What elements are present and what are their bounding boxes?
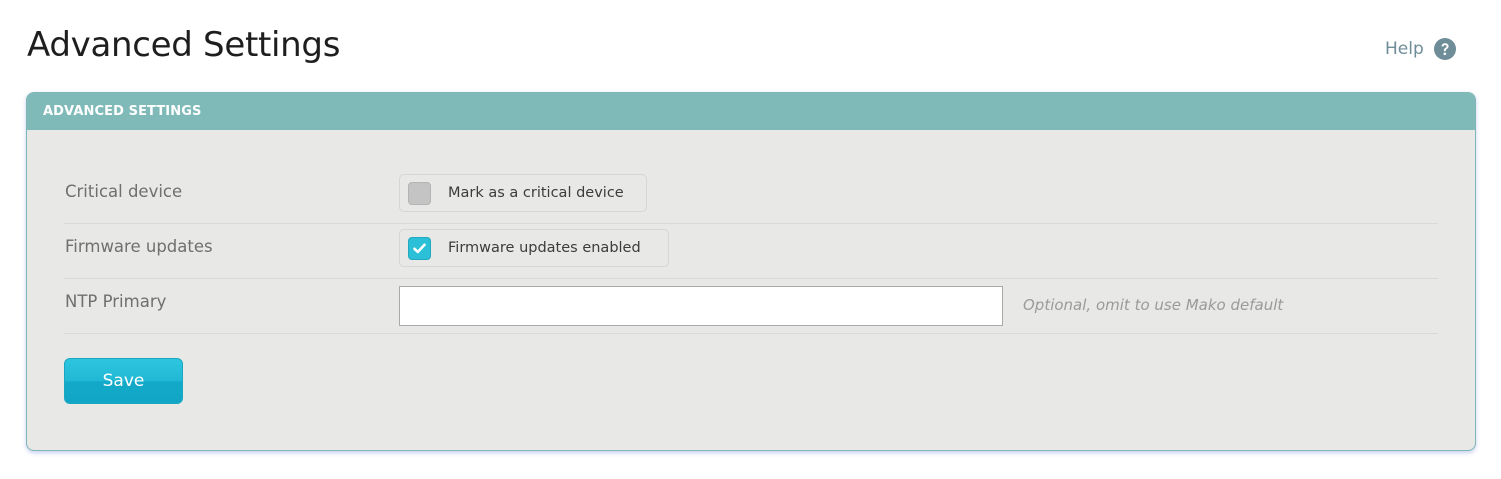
ntp-primary-row: NTP Primary Optional, omit to use Mako d…: [64, 278, 1438, 334]
help-label: Help: [1385, 39, 1424, 59]
firmware-updates-checkbox[interactable]: Firmware updates enabled: [399, 229, 669, 267]
checkmark-icon[interactable]: [408, 236, 431, 260]
critical-device-checkbox[interactable]: Mark as a critical device: [399, 174, 647, 212]
page-title: Advanced Settings: [27, 25, 341, 65]
ntp-primary-input[interactable]: [399, 286, 1003, 326]
critical-device-row: Critical device Mark as a critical devic…: [64, 168, 1438, 224]
firmware-updates-checkbox-label: Firmware updates enabled: [448, 240, 641, 256]
critical-device-label: Critical device: [65, 182, 183, 201]
advanced-settings-panel: ADVANCED SETTINGS Critical device Mark a…: [26, 92, 1476, 451]
firmware-updates-row: Firmware updates Firmware updates enable…: [64, 223, 1438, 279]
critical-device-checkbox-label: Mark as a critical device: [448, 185, 624, 201]
checkbox-unchecked-icon[interactable]: [408, 181, 431, 205]
ntp-primary-hint: Optional, omit to use Mako default: [1023, 296, 1284, 314]
save-button[interactable]: Save: [64, 358, 183, 404]
ntp-primary-label: NTP Primary: [65, 292, 167, 311]
help-link[interactable]: Help: [1385, 38, 1456, 60]
question-circle-icon: [1433, 38, 1456, 60]
panel-header: ADVANCED SETTINGS: [27, 93, 1475, 130]
firmware-updates-label: Firmware updates: [65, 237, 213, 256]
